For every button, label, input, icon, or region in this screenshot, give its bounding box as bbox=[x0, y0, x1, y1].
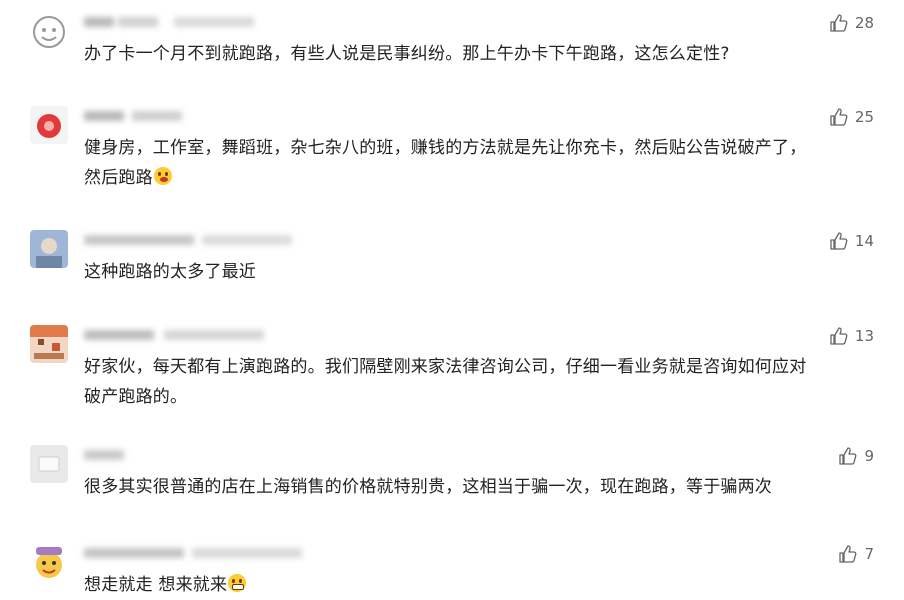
comment-text: 办了卡一个月不到就跑路，有些人说是民事纠纷。那上午办卡下午跑路，这怎么定性? bbox=[84, 44, 730, 64]
pixel-avatar bbox=[30, 325, 68, 363]
avatar[interactable] bbox=[30, 445, 68, 483]
like-count: 9 bbox=[864, 447, 874, 465]
avatar[interactable] bbox=[30, 106, 68, 144]
username-blurred bbox=[84, 327, 264, 343]
like-button[interactable]: 25 bbox=[829, 106, 874, 128]
like-button[interactable]: 14 bbox=[829, 230, 874, 252]
comment-text: 健身房，工作室，舞蹈班，杂七杂八的班，赚钱的方法就是先让你充卡，然后贴公告说破产… bbox=[84, 133, 884, 193]
like-count: 14 bbox=[854, 232, 874, 250]
username-blurred bbox=[84, 14, 264, 30]
like-button[interactable]: 28 bbox=[829, 12, 874, 34]
comment-text-content: 想走就走 想来就来 bbox=[84, 575, 228, 595]
default-avatar bbox=[30, 445, 68, 483]
avatar[interactable] bbox=[30, 230, 68, 268]
red-badge-icon bbox=[30, 106, 68, 144]
thumbs-up-icon bbox=[839, 447, 857, 465]
comment-text-content: 健身房，工作室，舞蹈班，杂七杂八的班，赚钱的方法就是先让你充卡，然后贴公告说破产… bbox=[84, 138, 807, 188]
thumbs-up-icon bbox=[830, 108, 848, 126]
username-blurred bbox=[84, 108, 264, 124]
like-count: 28 bbox=[854, 14, 874, 32]
avatar[interactable] bbox=[30, 12, 68, 50]
like-button[interactable]: 9 bbox=[838, 445, 874, 467]
username-blurred bbox=[84, 545, 302, 561]
like-button[interactable]: 13 bbox=[829, 325, 874, 347]
avatar[interactable] bbox=[30, 543, 68, 581]
emoji-avatar bbox=[30, 543, 68, 581]
cartoon-face-icon bbox=[30, 12, 68, 50]
photo-avatar bbox=[30, 230, 68, 268]
grin-emoji bbox=[228, 574, 247, 592]
like-count: 25 bbox=[854, 108, 874, 126]
comment-text: 很多其实很普通的店在上海销售的价格就特别贵，这相当于骗一次，现在跑路，等于骗两次 bbox=[84, 477, 772, 497]
thumbs-up-icon bbox=[839, 545, 857, 563]
thumbs-up-icon bbox=[830, 14, 848, 32]
wink-emoji bbox=[153, 167, 172, 185]
comment-text: 这种跑路的太多了最近 bbox=[84, 262, 256, 282]
like-button[interactable]: 7 bbox=[838, 543, 874, 565]
avatar[interactable] bbox=[30, 325, 68, 363]
thumbs-up-icon bbox=[830, 327, 848, 345]
comment-text: 好家伙，每天都有上演跑路的。我们隔壁刚来家法律咨询公司，仔细一看业务就是咨询如何… bbox=[84, 357, 807, 407]
username-blurred bbox=[84, 447, 264, 463]
username-blurred bbox=[84, 232, 292, 248]
thumbs-up-icon bbox=[830, 232, 848, 250]
like-count: 7 bbox=[864, 545, 874, 563]
like-count: 13 bbox=[854, 327, 874, 345]
